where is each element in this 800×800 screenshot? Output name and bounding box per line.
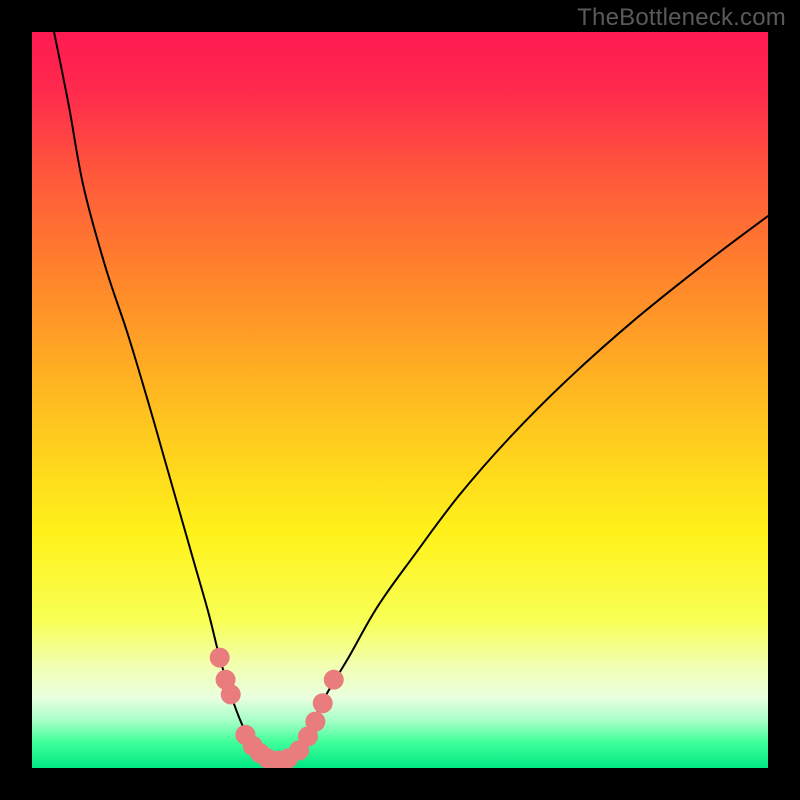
gradient-background — [32, 32, 768, 768]
bead-marker — [324, 670, 344, 690]
bead-marker — [210, 648, 230, 668]
chart-frame: TheBottleneck.com — [0, 0, 800, 800]
bead-marker — [305, 712, 325, 732]
bottleneck-chart — [32, 32, 768, 768]
bead-marker — [313, 693, 333, 713]
plot-area — [32, 32, 768, 768]
watermark-text: TheBottleneck.com — [577, 4, 786, 32]
bead-marker — [221, 684, 241, 704]
